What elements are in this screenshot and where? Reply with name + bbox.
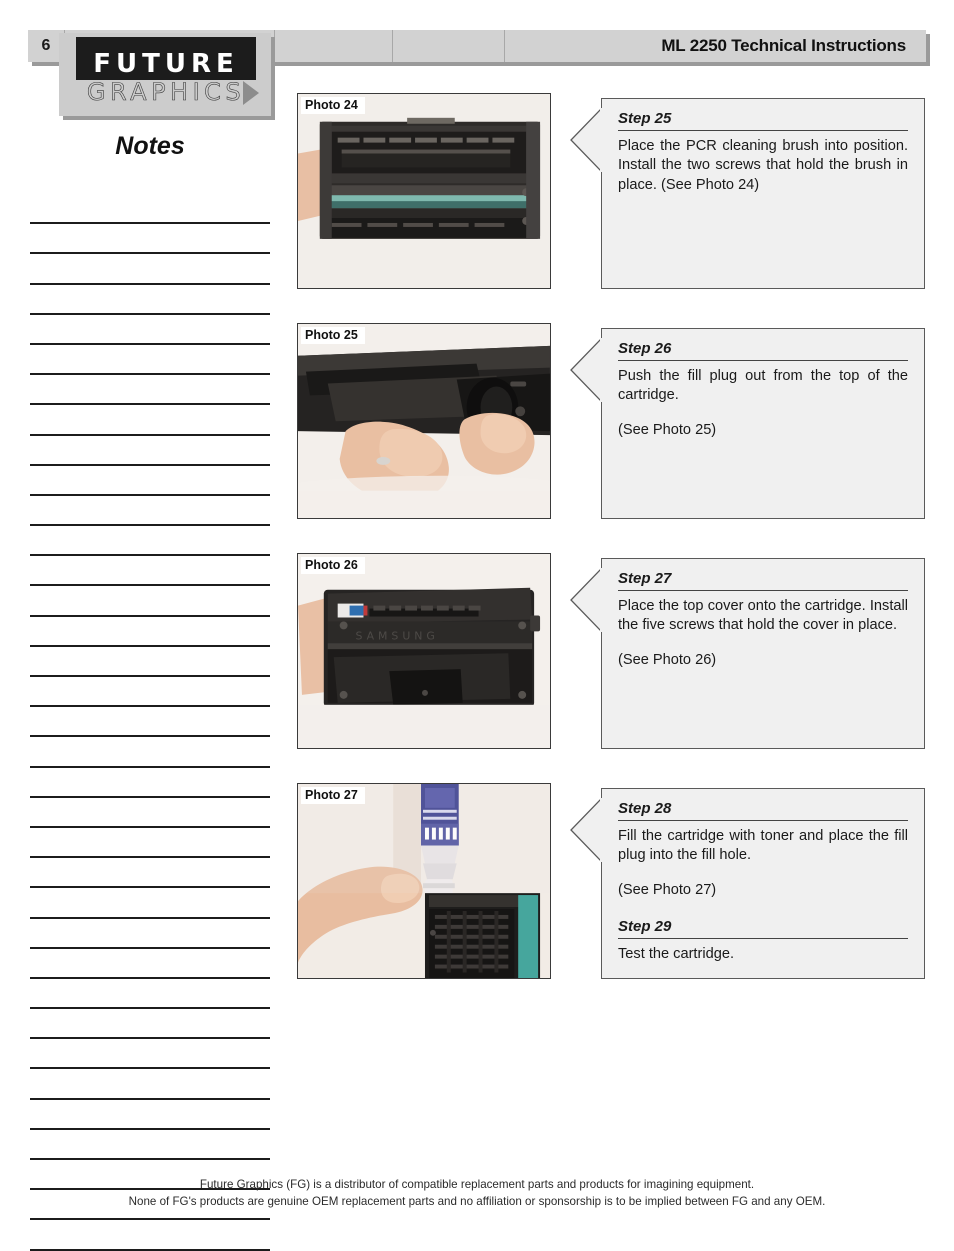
photo-caption: Photo 27 bbox=[301, 787, 365, 804]
step-photo-reference: (See Photo 27) bbox=[618, 881, 717, 898]
callout-pointer-icon bbox=[570, 798, 602, 862]
step-body: Place the top cover onto the cartridge. … bbox=[618, 598, 908, 634]
photo-caption: Photo 25 bbox=[301, 327, 365, 344]
callout-pointer-icon bbox=[570, 568, 602, 632]
step-heading: Step 25 bbox=[618, 110, 908, 131]
notes-line bbox=[30, 556, 270, 587]
notes-heading: Notes bbox=[115, 132, 185, 160]
header-segment-4 bbox=[393, 30, 505, 62]
notes-line bbox=[30, 526, 270, 557]
notes-line bbox=[30, 798, 270, 828]
notes-line bbox=[30, 345, 270, 376]
notes-line bbox=[30, 254, 270, 285]
photo-box: Photo 24 bbox=[297, 93, 551, 289]
notes-line bbox=[30, 617, 270, 647]
logo-wordmark-future: FUTURE bbox=[76, 37, 256, 80]
footer-line-2: None of FG's products are genuine OEM re… bbox=[128, 1194, 826, 1208]
notes-line bbox=[30, 828, 270, 859]
notes-line bbox=[30, 224, 270, 255]
step-heading: Step 26 bbox=[618, 340, 908, 361]
notes-line bbox=[30, 496, 270, 527]
callout-pointer-icon bbox=[570, 338, 602, 402]
step-heading: Step 29 bbox=[618, 918, 908, 940]
notes-line bbox=[30, 677, 270, 708]
notes-line bbox=[30, 375, 270, 406]
footer-line-1: Future Graphics (FG) is a distributor of… bbox=[199, 1178, 755, 1191]
logo-arrow-icon bbox=[243, 81, 259, 105]
notes-line bbox=[30, 405, 270, 436]
notes-line bbox=[30, 768, 270, 798]
step-callout: Step 28 Fill the cartridge with toner an… bbox=[601, 788, 925, 979]
notes-line bbox=[30, 949, 270, 979]
notes-line bbox=[30, 1009, 270, 1040]
notes-line bbox=[30, 919, 270, 949]
notes-ruled-lines bbox=[30, 194, 270, 1251]
photo-box: Photo 26 SAMSUNG bbox=[297, 553, 551, 749]
step-body: Fill the cartridge with toner and place … bbox=[618, 828, 908, 864]
photo-caption: Photo 24 bbox=[301, 97, 365, 114]
notes-line bbox=[30, 1220, 270, 1251]
logo-wordmark-graphics: GRAPHICS bbox=[86, 78, 246, 107]
step-photo-reference: (See Photo 26) bbox=[618, 651, 717, 668]
notes-line bbox=[30, 1100, 270, 1130]
photo-24-image bbox=[298, 94, 550, 288]
step-body: Place the PCR cleaning brush into positi… bbox=[618, 138, 908, 193]
photo-26-image: SAMSUNG bbox=[298, 554, 550, 748]
photo-27-image bbox=[298, 784, 550, 978]
notes-line bbox=[30, 888, 270, 919]
step-callout: Step 25 Place the PCR cleaning brush int… bbox=[601, 98, 925, 289]
document-title: ML 2250 Technical Instructions bbox=[661, 36, 906, 55]
photo-box: Photo 25 bbox=[297, 323, 551, 519]
notes-line bbox=[30, 586, 270, 617]
step-body: Test the cartridge. bbox=[618, 946, 734, 963]
photo-box: Photo 27 bbox=[297, 783, 551, 979]
svg-text:SAMSUNG: SAMSUNG bbox=[356, 629, 439, 642]
photo-25-image bbox=[298, 324, 550, 518]
notes-line bbox=[30, 647, 270, 677]
notes-line bbox=[30, 315, 270, 345]
header-segment-3 bbox=[275, 30, 393, 62]
notes-line bbox=[30, 1130, 270, 1160]
callout-pointer-icon bbox=[570, 108, 602, 172]
page-footer: Future Graphics (FG) is a distributor of… bbox=[0, 1177, 954, 1211]
notes-line bbox=[30, 858, 270, 889]
notes-line bbox=[30, 285, 270, 315]
step-heading: Step 28 bbox=[618, 800, 908, 821]
notes-line bbox=[30, 1039, 270, 1070]
photo-caption: Photo 26 bbox=[301, 557, 365, 574]
notes-line bbox=[30, 979, 270, 1010]
step-photo-reference: (See Photo 25) bbox=[618, 421, 717, 438]
step-callout: Step 27 Place the top cover onto the car… bbox=[601, 558, 925, 749]
notes-line bbox=[30, 737, 270, 768]
future-graphics-logo: FUTURE GRAPHICS bbox=[59, 33, 271, 116]
notes-line bbox=[30, 466, 270, 496]
step-heading: Step 27 bbox=[618, 570, 908, 591]
notes-line bbox=[30, 436, 270, 466]
notes-line bbox=[30, 1069, 270, 1100]
notes-line bbox=[30, 194, 270, 225]
notes-line bbox=[30, 707, 270, 738]
step-body: Push the fill plug out from the top of t… bbox=[618, 368, 908, 404]
step-callout: Step 26 Push the fill plug out from the … bbox=[601, 328, 925, 519]
